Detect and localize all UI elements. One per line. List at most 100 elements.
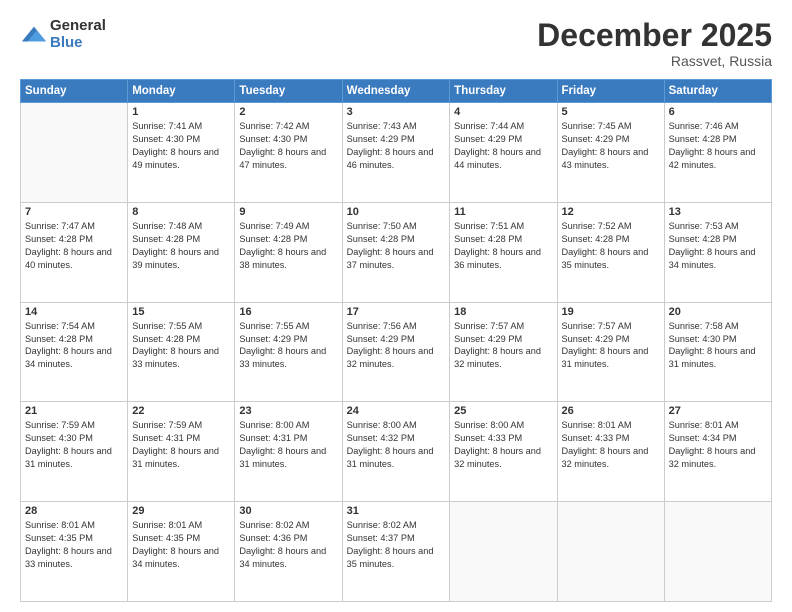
- day-info: Sunrise: 7:45 AMSunset: 4:29 PMDaylight:…: [562, 120, 660, 172]
- daylight-text: Daylight: 8 hours and 42 minutes.: [669, 147, 756, 170]
- day-info: Sunrise: 7:47 AMSunset: 4:28 PMDaylight:…: [25, 220, 123, 272]
- sunrise-text: Sunrise: 8:00 AM: [454, 420, 524, 430]
- daylight-text: Daylight: 8 hours and 34 minutes.: [25, 346, 112, 369]
- calendar-cell: 29Sunrise: 8:01 AMSunset: 4:35 PMDayligh…: [128, 502, 235, 602]
- col-sunday: Sunday: [21, 80, 128, 103]
- title-block: December 2025 Rassvet, Russia: [537, 18, 772, 69]
- sunset-text: Sunset: 4:30 PM: [669, 334, 737, 344]
- sunset-text: Sunset: 4:35 PM: [132, 533, 200, 543]
- day-number: 10: [347, 206, 446, 218]
- calendar-cell: 7 Sunrise: 7:47 AMSunset: 4:28 PMDaylight…: [21, 202, 128, 302]
- daylight-text: Daylight: 8 hours and 49 minutes.: [132, 147, 219, 170]
- calendar-cell: 22Sunrise: 7:59 AMSunset: 4:31 PMDayligh…: [128, 402, 235, 502]
- daylight-text: Daylight: 8 hours and 40 minutes.: [25, 247, 112, 270]
- day-info: Sunrise: 7:41 AMSunset: 4:30 PMDaylight:…: [132, 120, 230, 172]
- col-tuesday: Tuesday: [235, 80, 342, 103]
- calendar-cell: 11Sunrise: 7:51 AMSunset: 4:28 PMDayligh…: [450, 202, 557, 302]
- day-number: 18: [454, 306, 552, 318]
- day-info: Sunrise: 7:54 AMSunset: 4:28 PMDaylight:…: [25, 320, 123, 372]
- day-info: Sunrise: 7:44 AM Sunset: 4:29 PM Daylight:…: [454, 120, 552, 172]
- day-number: 4: [454, 106, 552, 118]
- calendar-cell: 4 Sunrise: 7:44 AM Sunset: 4:29 PM Daylight…: [450, 103, 557, 203]
- calendar-week-2: 7Sunrise: 7:47 AMSunset: 4:28 PMDaylight…: [21, 202, 772, 302]
- calendar-cell: 2Sunrise: 7:42 AMSunset: 4:30 PMDaylight…: [235, 103, 342, 203]
- sunset-text: Sunset: 4:28 PM: [239, 234, 307, 244]
- day-number: 3: [347, 106, 446, 118]
- logo-blue-text: Blue: [50, 35, 106, 52]
- sunset-text: Sunset: 4:35 PM: [25, 533, 93, 543]
- daylight-text: Daylight: 8 hours and 46 minutes.: [347, 147, 434, 170]
- sunset-text: Sunset: 4:28 PM: [454, 234, 522, 244]
- day-info: Sunrise: 7:55 AMSunset: 4:29 PMDaylight:…: [239, 320, 337, 372]
- day-info: Sunrise: 8:01 AMSunset: 4:33 PMDaylight:…: [562, 419, 660, 471]
- calendar-cell: 13Sunrise: 7:53 AMSunset: 4:28 PMDayligh…: [664, 202, 771, 302]
- sunset-text: Sunset: 4:28 PM: [347, 234, 415, 244]
- sunset-text: Sunset: 4:31 PM: [132, 433, 200, 443]
- sunset-text: Sunset: 4:28 PM: [132, 234, 200, 244]
- sunrise-text: Sunrise: 7:44 AM: [454, 121, 524, 131]
- calendar-week-1: 1Sunrise: 7:41 AMSunset: 4:30 PMDaylight…: [21, 103, 772, 203]
- day-number: 6: [669, 106, 767, 118]
- daylight-text: Daylight: 8 hours and 34 minutes.: [669, 247, 756, 270]
- sunrise-text: Sunrise: 7:45 AM: [562, 121, 632, 131]
- day-number: 7: [25, 206, 123, 218]
- sunrise-text: Sunrise: 7:43 AM: [347, 121, 417, 131]
- page: General Blue December 2025 Rassvet, Russ…: [0, 0, 792, 612]
- sunrise-text: Sunrise: 7:48 AM: [132, 221, 202, 231]
- sunset-text: Sunset: 4:29 PM: [454, 334, 522, 344]
- daylight-text: Daylight: 8 hours and 31 minutes.: [347, 446, 434, 469]
- col-wednesday: Wednesday: [342, 80, 450, 103]
- daylight-text: Daylight: 8 hours and 31 minutes.: [25, 446, 112, 469]
- day-info: Sunrise: 8:02 AMSunset: 4:36 PMDaylight:…: [239, 519, 337, 571]
- sunrise-text: Sunrise: 8:02 AM: [239, 520, 309, 530]
- daylight-text: Daylight: 8 hours and 35 minutes.: [562, 247, 649, 270]
- calendar-cell: 14Sunrise: 7:54 AMSunset: 4:28 PMDayligh…: [21, 302, 128, 402]
- daylight-text: Daylight: 8 hours and 37 minutes.: [347, 247, 434, 270]
- sunrise-text: Sunrise: 7:47 AM: [25, 221, 95, 231]
- calendar-cell: 23Sunrise: 8:00 AMSunset: 4:31 PMDayligh…: [235, 402, 342, 502]
- day-info: Sunrise: 7:57 AMSunset: 4:29 PMDaylight:…: [562, 320, 660, 372]
- calendar-cell: 18Sunrise: 7:57 AMSunset: 4:29 PMDayligh…: [450, 302, 557, 402]
- sunset-text: Sunset: 4:29 PM: [454, 134, 522, 144]
- sunset-text: Sunset: 4:30 PM: [239, 134, 307, 144]
- sunrise-text: Sunrise: 7:56 AM: [347, 321, 417, 331]
- calendar-cell: [450, 502, 557, 602]
- day-info: Sunrise: 8:01 AMSunset: 4:35 PMDaylight:…: [25, 519, 123, 571]
- day-number: 17: [347, 306, 446, 318]
- sunrise-text: Sunrise: 8:01 AM: [562, 420, 632, 430]
- daylight-text: Daylight: 8 hours and 31 minutes.: [239, 446, 326, 469]
- col-thursday: Thursday: [450, 80, 557, 103]
- day-info: Sunrise: 7:59 AMSunset: 4:30 PMDaylight:…: [25, 419, 123, 471]
- day-info: Sunrise: 7:43 AMSunset: 4:29 PMDaylight:…: [347, 120, 446, 172]
- day-info: Sunrise: 7:46 AMSunset: 4:28 PMDaylight:…: [669, 120, 767, 172]
- day-number: 5: [562, 106, 660, 118]
- sunrise-text: Sunrise: 7:57 AM: [454, 321, 524, 331]
- calendar-body: 1Sunrise: 7:41 AMSunset: 4:30 PMDaylight…: [21, 103, 772, 602]
- sunrise-text: Sunrise: 7:49 AM: [239, 221, 309, 231]
- calendar-header: Sunday Monday Tuesday Wednesday Thursday…: [21, 80, 772, 103]
- daylight-text: Daylight: 8 hours and 34 minutes.: [239, 546, 326, 569]
- logo-general-text: General: [50, 18, 106, 35]
- daylight-text: Daylight: 8 hours and 35 minutes.: [347, 546, 434, 569]
- day-info: Sunrise: 7:59 AMSunset: 4:31 PMDaylight:…: [132, 419, 230, 471]
- sunset-text: Sunset: 4:28 PM: [25, 334, 93, 344]
- sunrise-text: Sunrise: 8:00 AM: [347, 420, 417, 430]
- sunset-text: Sunset: 4:29 PM: [347, 334, 415, 344]
- sunset-text: Sunset: 4:28 PM: [669, 234, 737, 244]
- day-info: Sunrise: 8:00 AMSunset: 4:33 PMDaylight:…: [454, 419, 552, 471]
- day-number: 24: [347, 405, 446, 417]
- calendar-cell: 3 Sunrise: 7:43 AMSunset: 4:29 PMDaylight…: [342, 103, 450, 203]
- sunset-text: Sunset: 4:37 PM: [347, 533, 415, 543]
- day-number: 30: [239, 505, 337, 517]
- sunrise-text: Sunrise: 7:57 AM: [562, 321, 632, 331]
- day-info: Sunrise: 7:56 AMSunset: 4:29 PMDaylight:…: [347, 320, 446, 372]
- calendar-week-5: 28Sunrise: 8:01 AMSunset: 4:35 PMDayligh…: [21, 502, 772, 602]
- sunrise-text: Sunrise: 7:58 AM: [669, 321, 739, 331]
- day-number: 21: [25, 405, 123, 417]
- daylight-text: Daylight: 8 hours and 38 minutes.: [239, 247, 326, 270]
- calendar-cell: [557, 502, 664, 602]
- calendar-cell: 19Sunrise: 7:57 AMSunset: 4:29 PMDayligh…: [557, 302, 664, 402]
- sunset-text: Sunset: 4:29 PM: [239, 334, 307, 344]
- sunrise-text: Sunrise: 7:55 AM: [239, 321, 309, 331]
- daylight-text: Daylight: 8 hours and 44 minutes.: [454, 147, 541, 170]
